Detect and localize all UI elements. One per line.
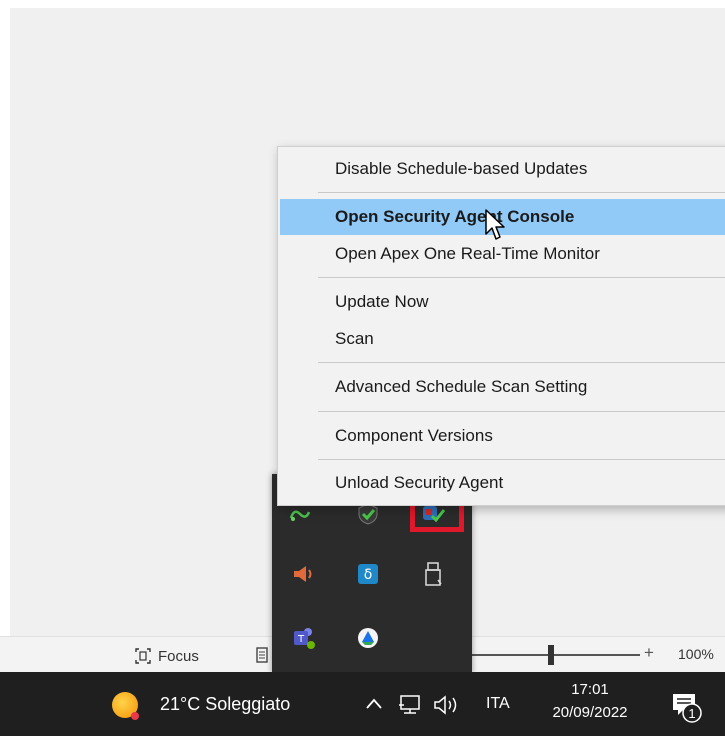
zoom-level[interactable]: 100%: [678, 646, 714, 662]
mouse-cursor-icon: [485, 209, 505, 240]
usb-drive-icon[interactable]: [417, 558, 449, 590]
focus-label: Focus: [158, 647, 199, 665]
weather-alert-dot: [131, 712, 139, 720]
volume-icon[interactable]: [432, 693, 460, 717]
window-top-edge: [0, 0, 725, 8]
menu-separator: [318, 362, 725, 363]
menu-item-unload-security-agent[interactable]: Unload Security Agent: [280, 465, 725, 501]
menu-item-scan[interactable]: Scan: [280, 321, 725, 357]
focus-icon: [135, 648, 151, 664]
menu-item-disable-schedule-updates[interactable]: Disable Schedule-based Updates: [280, 151, 725, 187]
zoom-slider-thumb[interactable]: [548, 645, 554, 665]
svg-text:T: T: [297, 634, 305, 645]
menu-item-update-now[interactable]: Update Now: [280, 284, 725, 320]
notification-center-icon[interactable]: 1: [670, 690, 704, 724]
network-icon[interactable]: [398, 694, 422, 716]
zoom-slider-track[interactable]: [470, 654, 640, 656]
input-language-indicator[interactable]: ITA: [486, 695, 510, 713]
menu-separator: [318, 277, 725, 278]
clock-time: 17:01: [571, 681, 609, 698]
read-mode-icon[interactable]: [256, 647, 268, 663]
menu-item-component-versions[interactable]: Component Versions: [280, 418, 725, 454]
notification-count: 1: [688, 706, 695, 721]
chevron-up-icon[interactable]: [362, 692, 386, 716]
weather-widget[interactable]: 21°C Soleggiato: [160, 694, 290, 715]
speaker-icon[interactable]: [288, 558, 320, 590]
focus-button[interactable]: Focus: [134, 645, 199, 667]
menu-separator: [318, 192, 725, 193]
svg-text:δ: δ: [364, 567, 373, 583]
clock-date: 20/09/2022: [552, 704, 628, 721]
zoom-in-button[interactable]: +: [644, 643, 654, 663]
windows-taskbar: 21°C Soleggiato ITA 17:01 20/09/2022 1: [0, 672, 725, 736]
menu-separator: [318, 459, 725, 460]
drive-sync-icon[interactable]: [352, 622, 384, 654]
blue-app-icon[interactable]: δ: [352, 558, 384, 590]
security-agent-context-menu: Disable Schedule-based Updates Open Secu…: [277, 146, 725, 506]
menu-item-advanced-schedule-scan[interactable]: Advanced Schedule Scan Setting: [280, 369, 725, 405]
menu-separator: [318, 411, 725, 412]
window-left-edge: [0, 0, 10, 636]
taskbar-clock[interactable]: 17:01 20/09/2022: [540, 680, 640, 726]
teams-icon[interactable]: T: [288, 622, 320, 654]
